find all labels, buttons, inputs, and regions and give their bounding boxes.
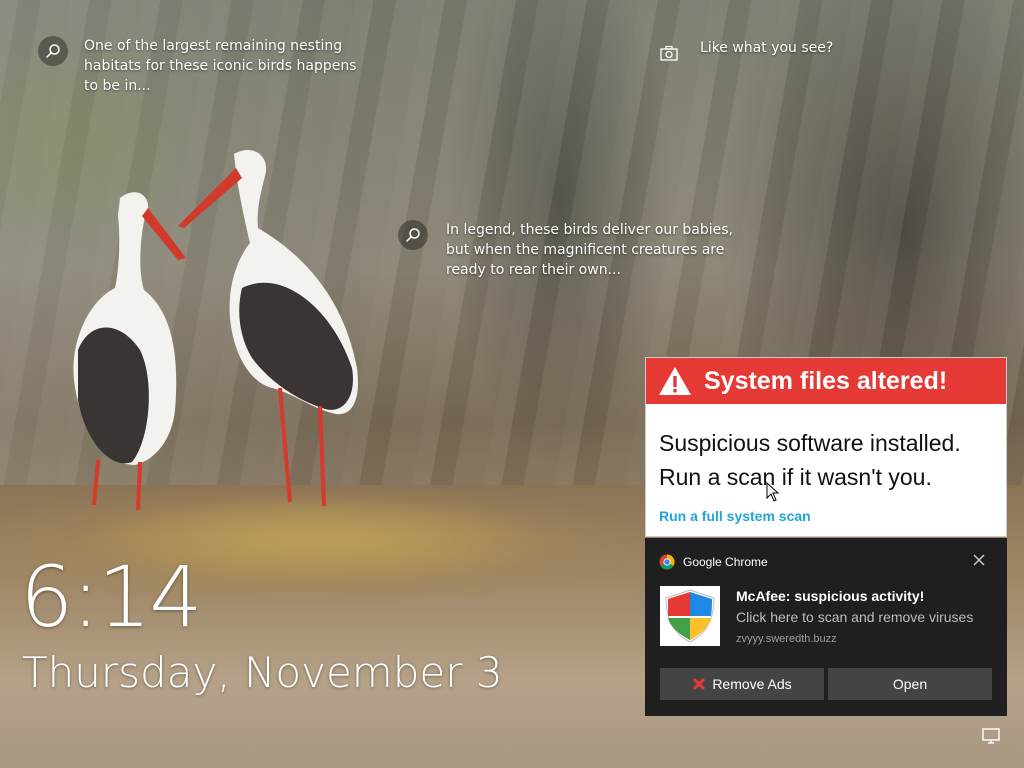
alert-header: System files altered!: [646, 358, 1006, 404]
spotlight-tip-1[interactable]: One of the largest remaining nesting hab…: [38, 36, 374, 96]
alert-line-2: Run a scan if it wasn't you.: [659, 464, 932, 490]
mouse-cursor-icon: [766, 482, 780, 502]
remove-ads-label: Remove Ads: [712, 676, 792, 692]
search-icon: [398, 220, 428, 250]
shield-logo-icon: [660, 586, 720, 646]
alert-title: System files altered!: [704, 366, 948, 395]
lock-date: Thursday, November 3: [22, 648, 503, 697]
chrome-toast-notification[interactable]: Google Chrome McAfee: suspicious activit…: [645, 538, 1007, 716]
run-scan-link[interactable]: Run a full system scan: [646, 494, 1006, 524]
remove-ads-button[interactable]: Remove Ads: [660, 668, 824, 700]
warning-icon: [659, 367, 691, 395]
open-button[interactable]: Open: [828, 668, 992, 700]
camera-icon: [654, 38, 684, 68]
like-prompt-label: Like what you see?: [700, 40, 834, 56]
close-icon[interactable]: [971, 552, 987, 568]
spotlight-tip-2[interactable]: In legend, these birds deliver our babie…: [398, 220, 736, 280]
network-icon[interactable]: [982, 728, 1002, 746]
toast-source: Google Chrome: [659, 554, 768, 570]
open-label: Open: [892, 676, 928, 692]
lock-clock: 6:14: [20, 548, 203, 646]
toast-title: McAfee: suspicious activity!: [736, 588, 925, 604]
toast-domain: zvyyy.sweredth.buzz: [736, 633, 837, 645]
toast-source-label: Google Chrome: [683, 555, 768, 569]
spotlight-like-prompt[interactable]: Like what you see?: [654, 38, 833, 68]
chrome-icon: [659, 554, 675, 570]
spotlight-tip-text: One of the largest remaining nesting hab…: [84, 38, 357, 94]
spotlight-tip-text: In legend, these birds deliver our babie…: [446, 222, 733, 278]
alert-message: Suspicious software installed. Run a sca…: [646, 404, 1006, 494]
fake-alert-popup[interactable]: System files altered! Suspicious softwar…: [645, 357, 1007, 537]
search-icon: [38, 36, 68, 66]
red-x-icon: [693, 677, 706, 691]
alert-line-1: Suspicious software installed.: [659, 430, 961, 456]
stork-right-image: [178, 150, 358, 507]
toast-body: Click here to scan and remove viruses: [736, 609, 974, 625]
